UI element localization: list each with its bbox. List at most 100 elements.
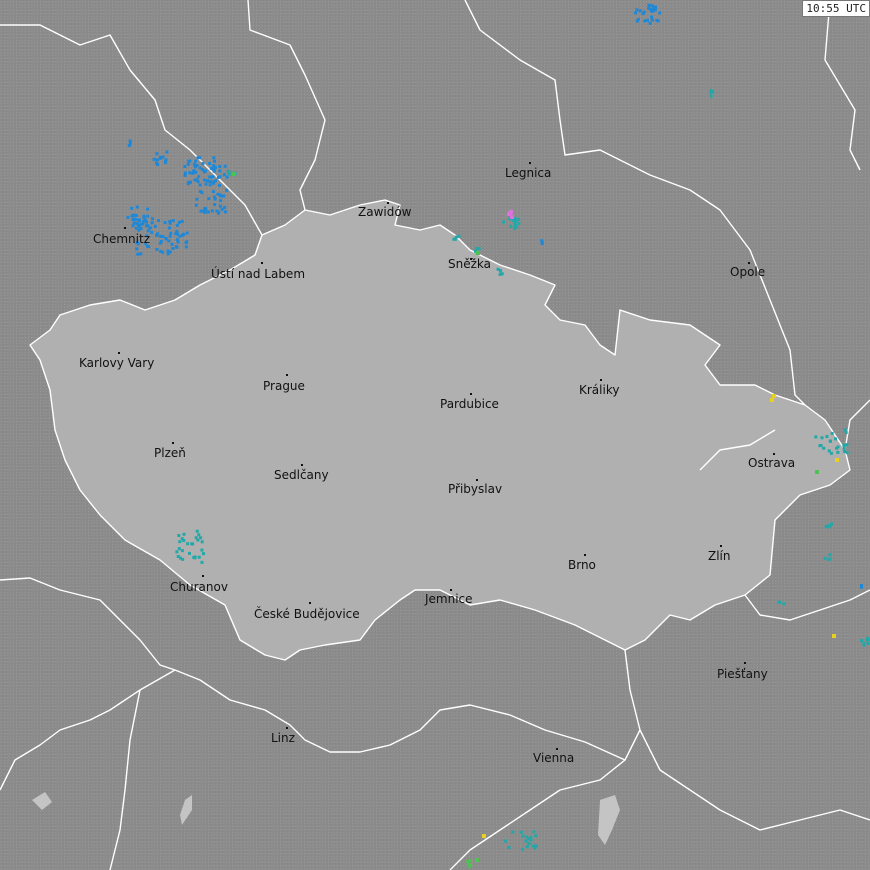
lightning-strike bbox=[656, 19, 660, 23]
lightning-strike bbox=[187, 180, 191, 184]
lightning-strike bbox=[200, 548, 204, 552]
lightning-strike bbox=[199, 536, 203, 540]
lightning-strike bbox=[520, 847, 524, 851]
city-label: Linz bbox=[271, 731, 295, 745]
city-label: Chemnitz bbox=[93, 232, 150, 246]
lightning-strike bbox=[200, 540, 204, 544]
city-dot bbox=[387, 202, 389, 204]
lightning-strike bbox=[155, 158, 159, 162]
lightning-strike bbox=[130, 206, 134, 210]
lightning-strike bbox=[197, 175, 201, 179]
lightning-strike bbox=[185, 231, 189, 235]
lightning-strike bbox=[211, 175, 215, 179]
lightning-strike bbox=[161, 155, 165, 159]
lightning-strike bbox=[151, 217, 154, 221]
lightning-strike bbox=[155, 152, 159, 156]
lightning-strike bbox=[128, 139, 132, 143]
lightning-strike bbox=[860, 585, 863, 589]
lightning-strike bbox=[648, 21, 652, 25]
lightning-strike bbox=[161, 235, 165, 239]
lightning-strike bbox=[195, 197, 199, 201]
city-dot bbox=[301, 464, 303, 466]
lightning-strike bbox=[200, 560, 204, 564]
lightning-strike bbox=[152, 157, 156, 161]
lightning-strike bbox=[213, 159, 216, 163]
lightning-strike bbox=[197, 533, 201, 537]
lightning-strike bbox=[158, 156, 162, 160]
city-dot bbox=[584, 554, 586, 556]
city-dot bbox=[748, 262, 750, 264]
lightning-strike bbox=[211, 181, 215, 185]
lightning-strike bbox=[834, 437, 837, 441]
lightning-strike bbox=[164, 237, 168, 241]
city-label: Opole bbox=[730, 265, 766, 279]
lightning-strike bbox=[139, 252, 143, 256]
lightning-strike bbox=[188, 159, 192, 163]
lightning-strike bbox=[136, 222, 140, 226]
lightning-strike bbox=[209, 180, 212, 184]
lightning-strike bbox=[507, 846, 511, 849]
lightning-strike bbox=[514, 219, 518, 223]
lightning-strike bbox=[509, 210, 513, 214]
lightning-strike bbox=[177, 220, 181, 224]
lightning-strike bbox=[164, 160, 167, 163]
lightning-strike bbox=[223, 164, 227, 168]
lightning-strike bbox=[218, 169, 222, 173]
lightning-strike bbox=[204, 169, 207, 173]
lightning-strike bbox=[126, 215, 130, 219]
lightning-strike bbox=[208, 162, 212, 165]
lightning-strike bbox=[202, 178, 206, 182]
lightning-strike bbox=[843, 428, 847, 432]
lightning-strike bbox=[188, 171, 192, 175]
lightning-strike bbox=[641, 12, 645, 16]
lightning-strike bbox=[184, 245, 188, 249]
city-label: Karlovy Vary bbox=[79, 356, 155, 370]
lightning-strike bbox=[191, 542, 195, 546]
lightning-strike bbox=[227, 172, 231, 176]
lightning-strike bbox=[197, 555, 201, 559]
lightning-strike bbox=[192, 169, 196, 173]
lightning-strike bbox=[212, 156, 216, 160]
lightning-strike bbox=[163, 221, 167, 225]
lightning-map: Legnica Zawidów Chemnitz Ústí nad Labem Sněž… bbox=[0, 0, 870, 870]
lightning-strike bbox=[822, 446, 826, 450]
lightning-strike bbox=[828, 557, 832, 561]
city-dot bbox=[529, 162, 531, 164]
city-label: České Budějovice bbox=[254, 607, 360, 621]
lightning-strike bbox=[820, 436, 824, 440]
lightning-strike bbox=[137, 219, 141, 223]
lightning-strike bbox=[653, 8, 657, 12]
lightning-strike bbox=[208, 183, 212, 187]
lightning-strike bbox=[202, 552, 205, 556]
lightning-strike bbox=[175, 245, 178, 248]
lightning-strike bbox=[509, 224, 513, 228]
lightning-strike bbox=[222, 194, 226, 198]
lightning-strike bbox=[186, 542, 190, 546]
lightning-strike bbox=[213, 203, 217, 206]
lightning-strike bbox=[158, 234, 162, 238]
lightning-strike bbox=[511, 830, 515, 834]
city-dot bbox=[286, 374, 288, 376]
city-dot bbox=[172, 442, 174, 444]
lightning-strike bbox=[182, 532, 186, 536]
lightning-strike bbox=[770, 398, 774, 402]
city-label: Zlín bbox=[708, 549, 731, 563]
lightning-strike bbox=[182, 232, 186, 236]
lightning-strike bbox=[217, 183, 221, 187]
lightning-strike bbox=[188, 551, 191, 555]
lightning-strike bbox=[201, 209, 205, 213]
lightning-strike bbox=[469, 863, 473, 867]
lightning-strike bbox=[148, 226, 152, 230]
lightning-strike bbox=[168, 219, 172, 223]
lightning-strike bbox=[150, 221, 154, 225]
lightning-strike bbox=[193, 178, 197, 182]
lightning-strike bbox=[175, 550, 179, 554]
city-label: Pardubice bbox=[440, 397, 499, 411]
city-dot bbox=[744, 662, 746, 664]
lightning-strike bbox=[141, 222, 145, 226]
lightning-strike bbox=[145, 224, 148, 228]
lightning-strike bbox=[219, 199, 223, 203]
lightning-strike bbox=[650, 15, 653, 19]
lightning-strike bbox=[153, 224, 157, 228]
lightning-strike bbox=[150, 230, 154, 234]
